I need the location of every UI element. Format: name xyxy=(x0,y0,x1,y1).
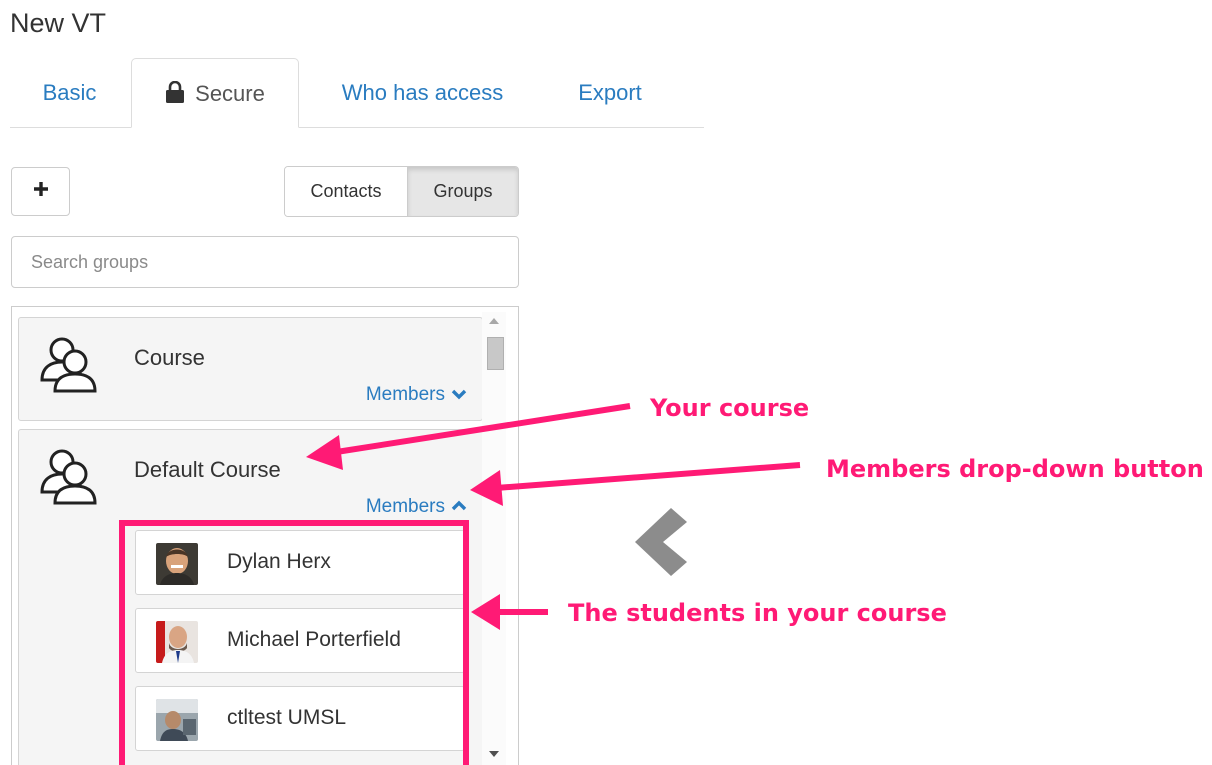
arrow-your-course xyxy=(329,403,631,456)
arrow-head-members-dropdown xyxy=(470,470,503,506)
arrow-head-your-course xyxy=(306,435,343,470)
annotation-arrows xyxy=(306,403,801,630)
arrow-head-students xyxy=(471,594,500,630)
arrow-members-dropdown xyxy=(495,462,801,491)
